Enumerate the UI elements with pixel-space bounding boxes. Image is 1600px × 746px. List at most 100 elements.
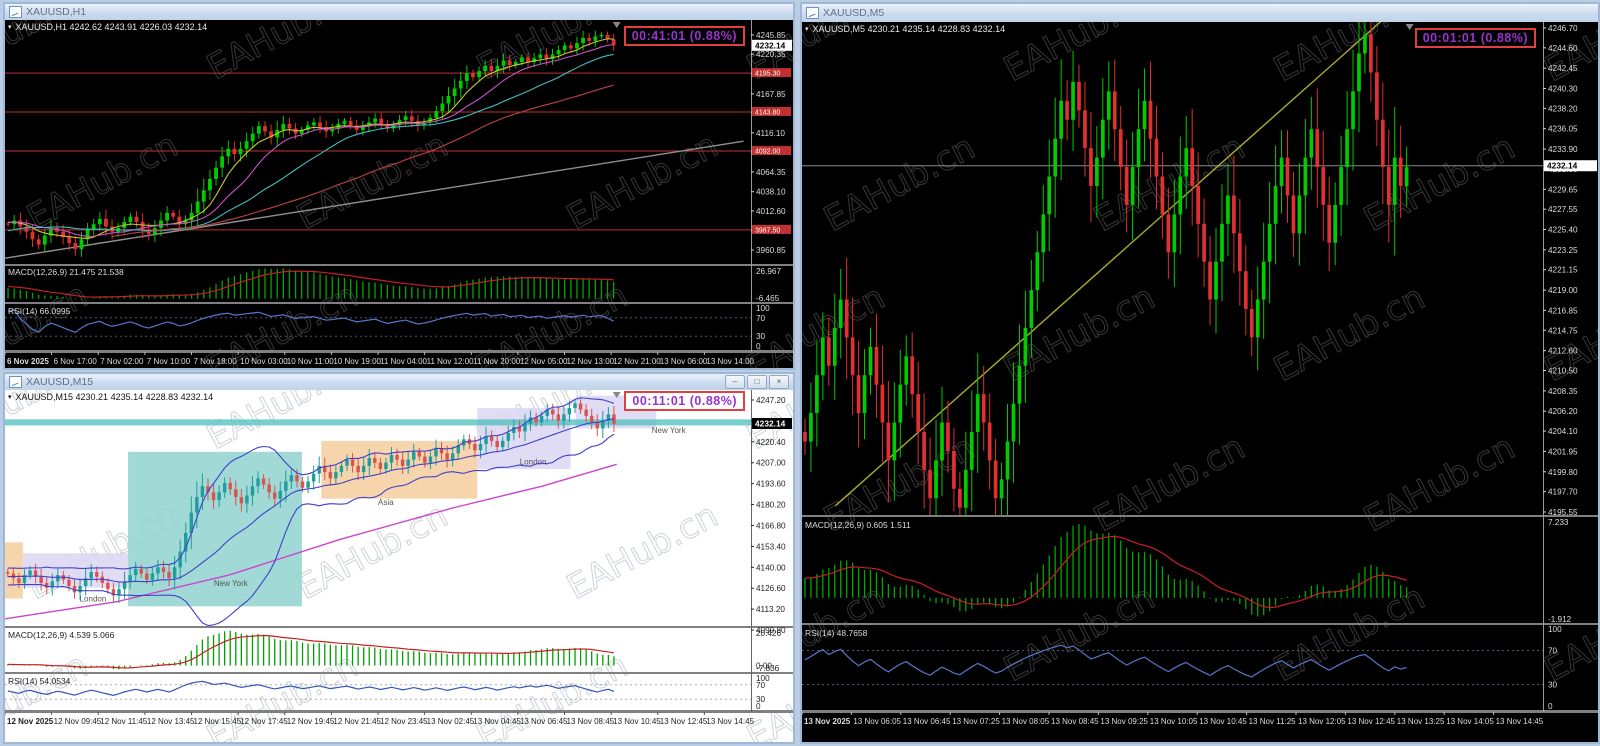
price-chart-svg[interactable]: EAHub.cnEAHub.cnEAHub.cnEAHub.cnEAHub.cn…: [802, 22, 1598, 742]
svg-text:7 Nov 18:00: 7 Nov 18:00: [194, 357, 238, 366]
svg-text:0: 0: [756, 342, 761, 351]
svg-text:4238.20: 4238.20: [1548, 104, 1578, 113]
svg-text:4225.40: 4225.40: [1548, 226, 1578, 235]
svg-text:13 Nov 13:25: 13 Nov 13:25: [1397, 717, 1445, 726]
svg-text:4242.45: 4242.45: [1548, 64, 1578, 73]
svg-text:13 Nov 08:45: 13 Nov 08:45: [1051, 717, 1099, 726]
svg-text:12 Nov 11:45: 12 Nov 11:45: [100, 717, 148, 726]
svg-text:0: 0: [1548, 702, 1553, 711]
svg-text:13 Nov 14:45: 13 Nov 14:45: [1496, 717, 1544, 726]
svg-text:70: 70: [756, 314, 766, 323]
chart-window-icon: [806, 7, 819, 19]
chart-area-m5[interactable]: EAHub.cn EAHub.cn EAHub.cn EAHub.cn EAHub.cn…: [802, 22, 1598, 742]
pane-separator: [5, 710, 793, 712]
svg-text:10 Nov 19:00: 10 Nov 19:00: [333, 357, 381, 366]
svg-text:4195.55: 4195.55: [1548, 508, 1578, 517]
svg-text:4180.20: 4180.20: [756, 501, 786, 510]
chart-window-xauusd-m15[interactable]: XAUUSD,M15 – □ × EAHub.cn EAHub.cn EAHub.c…: [3, 372, 795, 744]
svg-text:4227.55: 4227.55: [1548, 205, 1578, 214]
rsi-indicator-label: RSI(14) 66.0995: [8, 306, 71, 316]
svg-text:13 Nov 14:05: 13 Nov 14:05: [1446, 717, 1494, 726]
macd-indicator-label: MACD(12,26,9) 0.605 1.511: [805, 520, 911, 530]
price-chart-svg[interactable]: EAHub.cnEAHub.cnEAHub.cnEAHub.cnEAHub.cn…: [5, 20, 793, 368]
chart-window-xauusd-m5[interactable]: XAUUSD,M5 EAHub.cn EAHub.cn EAHub.cn EAHub.…: [800, 2, 1600, 744]
chart-window-icon: [9, 376, 22, 388]
svg-text:-1.912: -1.912: [1548, 615, 1572, 624]
svg-text:4232.14: 4232.14: [1547, 161, 1578, 171]
svg-text:4221.15: 4221.15: [1548, 266, 1578, 275]
svg-text:4210.50: 4210.50: [1548, 367, 1578, 376]
svg-text:4233.90: 4233.90: [1548, 145, 1578, 154]
svg-text:4208.35: 4208.35: [1548, 387, 1578, 396]
chart-area-h1[interactable]: EAHub.cn EAHub.cn EAHub.cn EAHub.cn EAHub.cn…: [5, 20, 793, 368]
svg-text:-6.465: -6.465: [756, 294, 780, 303]
svg-text:4232.14: 4232.14: [755, 40, 786, 50]
ohlc-info-line: ▾ XAUUSD,M15 4230.21 4235.14 4228.83 423…: [8, 392, 213, 402]
svg-text:4092.00: 4092.00: [755, 149, 780, 156]
window-title: XAUUSD,H1: [26, 6, 87, 18]
chart-area-m15[interactable]: EAHub.cn EAHub.cn EAHub.cn EAHub.cn EAHub.cn…: [5, 390, 793, 742]
close-button[interactable]: ×: [769, 375, 789, 389]
svg-text:70: 70: [1548, 647, 1558, 656]
maximize-button[interactable]: □: [747, 375, 767, 389]
svg-text:4236.05: 4236.05: [1548, 125, 1578, 134]
svg-text:4246.70: 4246.70: [1548, 24, 1578, 33]
ohlc-values: XAUUSD,M15 4230.21 4235.14 4228.83 4232.…: [15, 392, 214, 402]
svg-text:4195.30: 4195.30: [755, 71, 780, 78]
svg-text:13 Nov 02:45: 13 Nov 02:45: [427, 717, 475, 726]
svg-text:4212.60: 4212.60: [1548, 347, 1578, 356]
svg-text:13 Nov 10:45: 13 Nov 10:45: [613, 717, 661, 726]
countdown-timer: 00:11:01 (0.88%): [624, 391, 745, 411]
svg-text:12 Nov 19:45: 12 Nov 19:45: [287, 717, 335, 726]
session-label: New York: [214, 579, 249, 588]
svg-text:4153.40: 4153.40: [756, 542, 786, 551]
ohlc-values: XAUUSD,H1 4242.62 4243.91 4226.03 4232.1…: [15, 22, 208, 32]
countdown-timer: 00:01:01 (0.88%): [1414, 28, 1536, 48]
pane-separator: [802, 515, 1598, 517]
session-label: New York: [652, 426, 687, 435]
svg-text:4201.95: 4201.95: [1548, 447, 1578, 456]
chart-window-xauusd-h1[interactable]: XAUUSD,H1 EAHub.cn EAHub.cn EAHub.cn EAHub.…: [3, 2, 795, 370]
minimize-button[interactable]: –: [725, 375, 745, 389]
series-marker-icon: ▾: [8, 394, 12, 401]
window-titlebar[interactable]: XAUUSD,M15 – □ ×: [5, 374, 793, 390]
svg-text:4240.30: 4240.30: [1548, 85, 1578, 94]
svg-text:-7.836: -7.836: [756, 664, 780, 673]
svg-text:10 Nov 03:00: 10 Nov 03:00: [240, 357, 288, 366]
svg-text:4229.65: 4229.65: [1548, 185, 1578, 194]
resistance-band: [5, 419, 751, 426]
session-label: London: [80, 595, 107, 604]
svg-text:4064.35: 4064.35: [756, 168, 786, 177]
svg-text:13 Nov 04:45: 13 Nov 04:45: [473, 717, 521, 726]
svg-text:4113.20: 4113.20: [756, 605, 785, 614]
svg-text:6 Nov 17:00: 6 Nov 17:00: [54, 357, 98, 366]
svg-text:12 Nov 2025: 12 Nov 2025: [7, 717, 54, 726]
svg-text:4197.70: 4197.70: [1548, 488, 1578, 497]
svg-text:10 Nov 11:00: 10 Nov 11:00: [287, 357, 335, 366]
svg-text:12 Nov 09:45: 12 Nov 09:45: [54, 717, 102, 726]
svg-text:4116.10: 4116.10: [756, 129, 785, 138]
price-chart-svg[interactable]: EAHub.cnEAHub.cnEAHub.cnEAHub.cnEAHub.cn…: [5, 390, 793, 742]
chart-window-icon: [9, 6, 22, 18]
svg-text:12 Nov 13:45: 12 Nov 13:45: [147, 717, 195, 726]
chart-background: [802, 22, 1598, 742]
window-titlebar[interactable]: XAUUSD,M5: [802, 4, 1598, 22]
svg-text:4247.20: 4247.20: [756, 396, 786, 405]
svg-text:13 Nov 07:25: 13 Nov 07:25: [952, 717, 1000, 726]
svg-text:30: 30: [1548, 681, 1558, 690]
window-title: XAUUSD,M15: [26, 376, 94, 388]
svg-text:26.967: 26.967: [756, 267, 781, 276]
window-titlebar[interactable]: XAUUSD,H1: [5, 4, 793, 20]
svg-text:13 Nov 12:45: 13 Nov 12:45: [1347, 717, 1395, 726]
svg-text:13 Nov 09:25: 13 Nov 09:25: [1100, 717, 1148, 726]
svg-text:4166.80: 4166.80: [756, 521, 786, 530]
svg-text:7.233: 7.233: [1548, 518, 1569, 527]
svg-text:4206.20: 4206.20: [1548, 407, 1578, 416]
svg-text:4232.14: 4232.14: [755, 418, 786, 428]
svg-text:13 Nov 14:45: 13 Nov 14:45: [706, 717, 754, 726]
window-title: XAUUSD,M5: [823, 7, 885, 19]
macd-indicator-label: MACD(12,26,9) 21.475 21.538: [8, 267, 124, 277]
svg-text:13 Nov 12:45: 13 Nov 12:45: [660, 717, 708, 726]
svg-text:4219.00: 4219.00: [1548, 286, 1578, 295]
svg-text:12 Nov 23:45: 12 Nov 23:45: [380, 717, 428, 726]
